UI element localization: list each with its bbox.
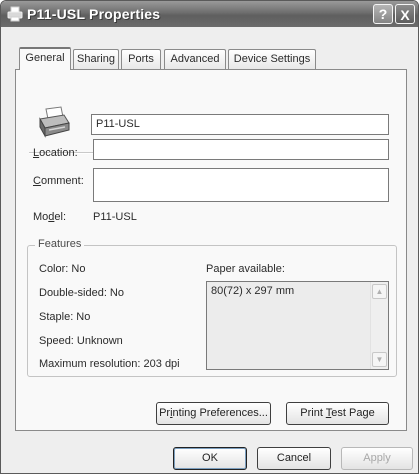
comment-label: Comment:	[33, 175, 84, 187]
cancel-button[interactable]: Cancel	[257, 447, 331, 470]
tab-general[interactable]: General	[19, 47, 71, 70]
list-item[interactable]: 80(72) x 297 mm	[211, 285, 294, 297]
feature-max-resolution: Maximum resolution: 203 dpi	[39, 358, 180, 370]
scrollbar[interactable]: ▲ ▼	[370, 282, 388, 369]
scroll-up-icon[interactable]: ▲	[372, 284, 387, 299]
title-bar[interactable]: P11-USL Properties ? X	[1, 1, 418, 27]
tab-advanced[interactable]: Advanced	[164, 49, 226, 69]
tab-device-settings[interactable]: Device Settings	[228, 49, 316, 69]
printer-icon	[39, 106, 70, 138]
close-button[interactable]: X	[395, 4, 415, 24]
feature-color: Color: No	[39, 263, 86, 275]
location-label: Location:	[33, 147, 78, 159]
properties-dialog: P11-USL Properties ? X General Sharing P…	[0, 0, 419, 474]
feature-speed: Speed: Unknown	[39, 335, 123, 347]
apply-button[interactable]: Apply	[341, 447, 413, 470]
feature-staple: Staple: No	[39, 311, 91, 323]
ok-button[interactable]: OK	[173, 447, 247, 470]
help-button[interactable]: ?	[373, 4, 393, 24]
scroll-down-icon[interactable]: ▼	[372, 352, 387, 367]
location-field[interactable]	[93, 139, 389, 160]
printer-icon	[7, 6, 23, 22]
window-title: P11-USL Properties	[27, 6, 161, 22]
printer-name-field[interactable]: P11-USL	[91, 114, 389, 135]
features-title: Features	[35, 238, 85, 250]
printing-preferences-button[interactable]: Printing Preferences...	[156, 402, 271, 425]
tab-ports[interactable]: Ports	[121, 49, 161, 69]
comment-field[interactable]	[93, 168, 389, 202]
model-label: Model:	[33, 211, 67, 223]
paper-available-label: Paper available:	[206, 263, 285, 275]
print-test-page-button[interactable]: Print Test Page	[286, 402, 389, 425]
model-value: P11-USL	[93, 211, 137, 223]
feature-double-sided: Double-sided: No	[39, 287, 124, 299]
paper-available-list[interactable]: 80(72) x 297 mm ▲ ▼	[206, 281, 389, 370]
tab-sharing[interactable]: Sharing	[73, 49, 119, 69]
